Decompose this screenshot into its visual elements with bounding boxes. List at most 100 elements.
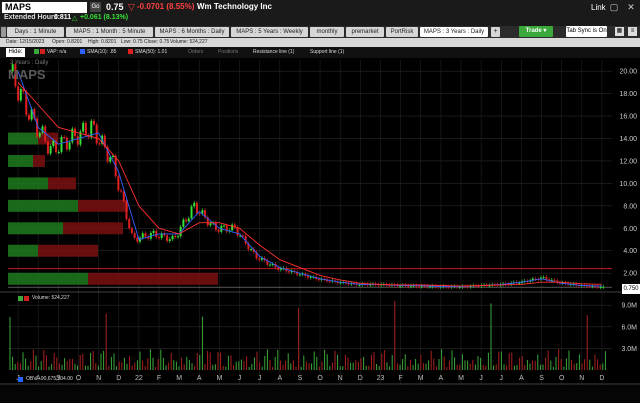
candle-body [158,237,160,239]
tab-premarket[interactable]: premarket [346,27,384,37]
x-tick-label: J [258,375,262,382]
candle-body [133,233,136,238]
x-tick-label: D [599,375,604,382]
up-arrow-icon: △ [72,15,78,22]
grid-icon[interactable]: ▦ [615,27,624,36]
x-tick-label: A [277,375,282,382]
candle-body [358,284,361,286]
timeframe-label: 3 Years : Daily [10,60,49,66]
hide-button[interactable]: Hide: [6,48,25,57]
orders-toggle[interactable]: Orders [188,49,203,55]
candle-body [428,286,431,288]
candle-body [49,146,52,154]
candle-body [176,236,179,238]
extended-change: +0.061 (8.13%) [80,14,129,21]
candle-body [418,286,421,288]
tab-scroll-left[interactable] [1,27,6,37]
info-open: Open: 0.8201 [52,39,83,45]
x-tick-label: S [539,375,544,382]
candle-body [553,279,556,281]
support-toggle[interactable]: Support line (1) [310,49,344,55]
candle-body [217,229,220,232]
candle-body [288,271,291,273]
candle-body [588,286,591,288]
candle-body [185,219,188,222]
sma10-swatch [80,49,85,54]
candle-body [599,287,602,289]
tab-5-years-weekly[interactable]: MAPS : 5 Years : Weekly [231,27,308,37]
tab-sync-button[interactable]: Tab Sync is On [566,26,607,37]
vap-bar-up [8,199,78,212]
candle-body [84,122,87,136]
tab-monthly[interactable]: monthly [310,27,344,37]
candle-body [190,206,193,219]
volume-swatch-up [18,296,23,301]
symbol-input[interactable]: MAPS [2,2,87,13]
candle-body [166,235,169,241]
candle-body [198,213,201,215]
info-close: Close: 0.75 [144,39,170,45]
candle-body [82,122,85,132]
x-tick-label: J [238,375,242,382]
price-chart[interactable]: 20.00 18.00 16.00 14.00 12.00 10.00 8.00 6.00 4.… [0,58,640,403]
candle-body [68,142,71,150]
x-tick-label: M [176,375,182,382]
y-tick-label: 20.00 [619,69,637,76]
candle-body [277,267,280,270]
vap-swatch-down [40,49,45,54]
tab-3-years-daily[interactable]: MAPS : 3 Years : Daily [420,27,488,37]
tab-1-month-5-minute[interactable]: MAPS : 1 Month : 5 Minute [66,27,153,37]
candle-body [279,268,282,270]
sma50-label[interactable]: SMA(50): 1.01 [135,49,167,55]
positions-toggle[interactable]: Positions [218,49,238,55]
close-icon[interactable]: ✕ [626,2,636,12]
settings-icon[interactable]: ≡ [628,27,637,36]
vap-swatch [34,49,39,54]
vap-bar-up [8,132,38,145]
y-tick-label: 2.00 [623,271,637,278]
add-tab-icon[interactable]: + [491,27,500,37]
vap-bar-down [78,199,128,212]
candle-body [174,235,177,237]
y-tick-label: 14.00 [619,136,637,143]
candle-body [542,277,545,279]
volume-label: Volume: 524,227 [32,295,70,301]
x-tick-label: J [479,375,483,382]
x-tick-label: O [76,375,82,382]
tab-portrisk[interactable]: PortRisk [386,27,418,37]
trade-button[interactable]: Trade ▾ [519,26,553,37]
candle-body [57,152,60,154]
extended-hours-label: Extended Hours: [4,14,61,21]
x-tick-label: N [96,375,101,382]
candle-body [317,279,320,281]
minimize-icon[interactable]: ▢ [609,2,619,12]
candle-body [258,258,261,260]
info-high: High: 0.8201 [88,39,117,45]
candle-body [168,239,171,241]
resistance-toggle[interactable]: Resistance line (1) [253,49,294,55]
x-tick-label: A [197,375,202,382]
y-tick-label: 16.00 [619,114,637,121]
go-button[interactable]: Go [90,2,101,12]
sma50-swatch [128,49,133,54]
candle-body [52,140,55,147]
x-tick-label: M [458,375,464,382]
tab-days-1-minute[interactable]: Days : 1 Minute [7,27,64,37]
link-button[interactable]: Link [591,3,606,12]
info-date: Date: 12/15/2023 [6,39,45,45]
sma10-label[interactable]: SMA(10): .85 [87,49,116,55]
tab-6-months-daily[interactable]: MAPS : 6 Months : Daily [155,27,229,37]
candle-body [231,224,234,231]
candle-body [602,286,605,288]
candle-body [328,281,331,283]
candle-body [98,143,101,145]
candle-body [125,200,128,220]
candle-body [545,277,548,280]
x-tick-label: O [317,375,323,382]
vap-bar-down [63,222,123,235]
x-tick-label: O [559,375,565,382]
candle-body [60,136,63,153]
vap-label[interactable]: VAP: n/a [47,49,66,55]
candle-body [309,276,312,278]
candle-body [27,114,30,120]
